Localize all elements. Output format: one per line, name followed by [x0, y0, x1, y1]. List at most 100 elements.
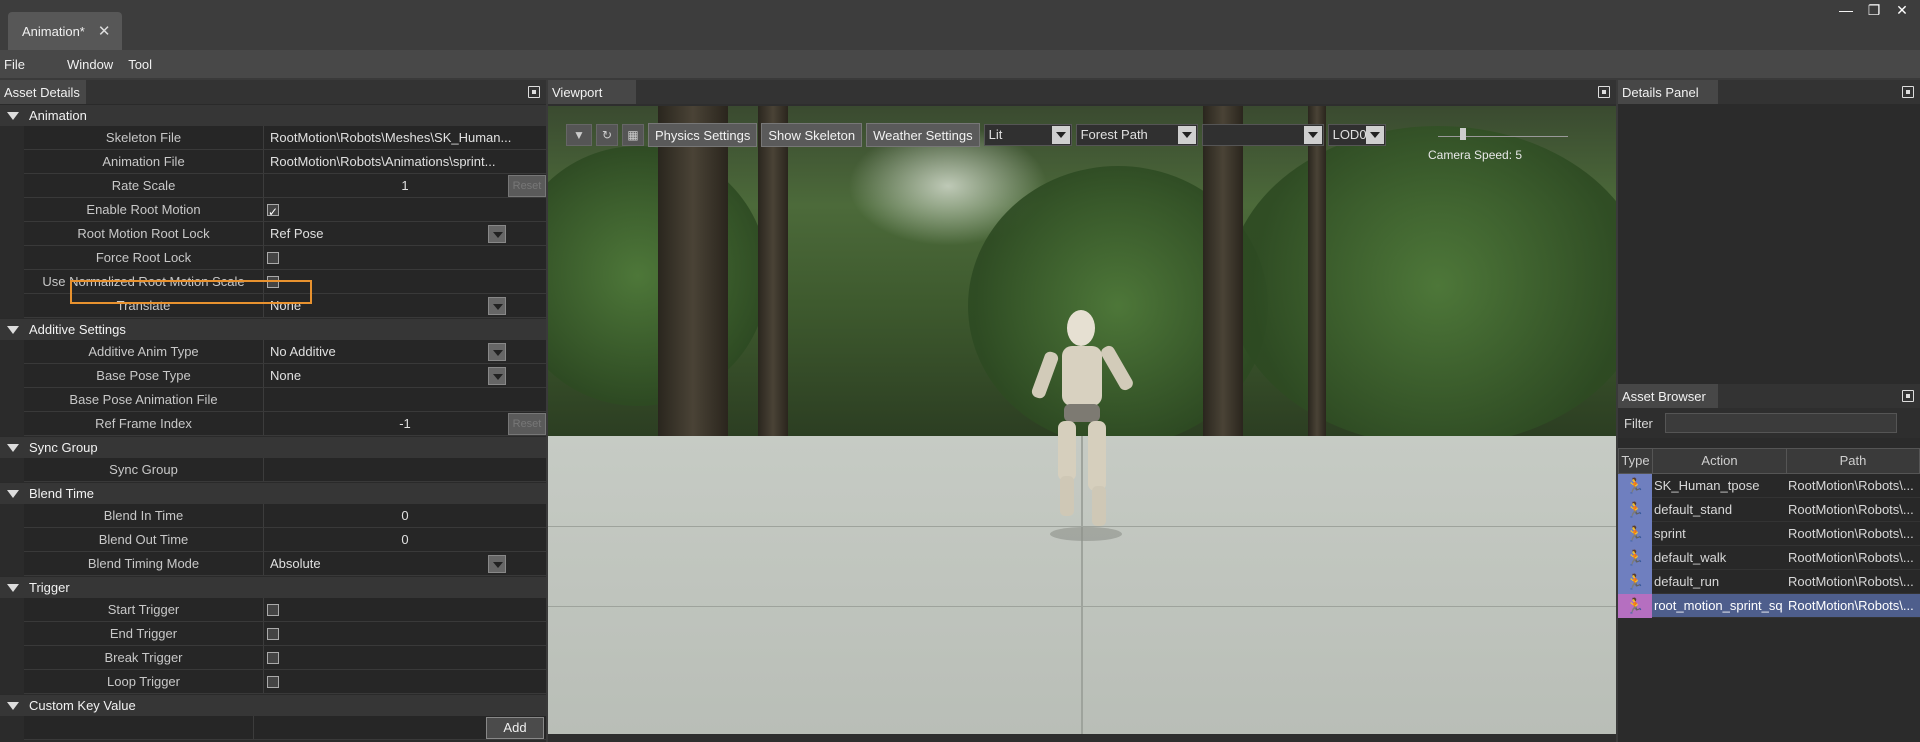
- document-tab-label: Animation*: [22, 23, 85, 39]
- chevron-down-icon[interactable]: [488, 225, 506, 243]
- collapse-triangle-icon[interactable]: [7, 583, 19, 592]
- document-tab-animation[interactable]: Animation* ✕: [8, 12, 122, 50]
- physics-settings-button[interactable]: Physics Settings: [648, 123, 758, 147]
- skeleton-file-value[interactable]: RootMotion\Robots\Meshes\SK_Human...: [264, 126, 546, 149]
- environment-select[interactable]: Forest Path: [1075, 124, 1198, 146]
- empty-select[interactable]: [1201, 124, 1324, 146]
- asset-details-title: Asset Details: [0, 80, 86, 104]
- weather-settings-button[interactable]: Weather Settings: [866, 123, 980, 147]
- chevron-down-icon[interactable]: [1303, 126, 1322, 144]
- details-panel-title: Details Panel: [1618, 80, 1718, 104]
- animation-asset-icon: 🏃: [1618, 546, 1652, 570]
- root-lock-select[interactable]: Ref Pose: [264, 222, 546, 245]
- chevron-down-icon[interactable]: [1177, 126, 1196, 144]
- close-window-icon[interactable]: ✕: [1888, 0, 1916, 20]
- ref-frame-index-value[interactable]: -1: [399, 416, 411, 431]
- details-panel-header: Details Panel: [1618, 80, 1920, 104]
- loop-trigger-checkbox[interactable]: [267, 676, 279, 688]
- asset-details-panel: Asset Details Animation Skeleton File Ro…: [0, 80, 546, 742]
- blend-timing-mode-select[interactable]: Absolute: [264, 552, 546, 575]
- table-row[interactable]: 🏃 default_run RootMotion\Robots\...: [1618, 570, 1920, 594]
- section-sync-group[interactable]: Sync Group: [0, 436, 546, 458]
- chevron-down-icon[interactable]: [488, 367, 506, 385]
- lod-select[interactable]: LOD0: [1327, 124, 1386, 146]
- root-motion-root-lock-row: Root Motion Root Lock Ref Pose: [24, 222, 546, 246]
- asset-details-header: Asset Details: [0, 80, 546, 104]
- force-root-lock-checkbox[interactable]: [267, 252, 279, 264]
- close-tab-icon[interactable]: ✕: [98, 22, 111, 40]
- end-trigger-checkbox[interactable]: [267, 628, 279, 640]
- section-trigger[interactable]: Trigger: [0, 576, 546, 598]
- chevron-down-icon[interactable]: [488, 297, 506, 315]
- animation-file-value[interactable]: RootMotion\Robots\Animations\sprint...: [264, 150, 546, 173]
- asset-browser-table: Type Action Path 🏃 SK_Human_tpose RootMo…: [1618, 448, 1920, 618]
- collapse-triangle-icon[interactable]: [7, 443, 19, 452]
- column-path[interactable]: Path: [1787, 449, 1919, 473]
- section-custom-key-value[interactable]: Custom Key Value: [0, 694, 546, 716]
- chevron-down-icon[interactable]: [1365, 126, 1384, 144]
- filter-bar: Filter: [1618, 408, 1920, 438]
- collapse-triangle-icon[interactable]: [7, 325, 19, 334]
- viewport-scene[interactable]: ▼ ↻ ▦ Physics Settings Show Skeleton Wea…: [548, 106, 1616, 734]
- enable-root-motion-row: Enable Root Motion: [24, 198, 546, 222]
- column-type[interactable]: Type: [1619, 449, 1653, 473]
- start-trigger-checkbox[interactable]: [267, 604, 279, 616]
- table-row[interactable]: 🏃 sprint RootMotion\Robots\...: [1618, 522, 1920, 546]
- tree-trunk: [1203, 106, 1243, 436]
- restore-icon[interactable]: ❐: [1860, 0, 1888, 20]
- pin-icon[interactable]: [1598, 86, 1610, 98]
- table-row-selected[interactable]: 🏃 root_motion_sprint_sq RootMotion\Robot…: [1618, 594, 1920, 618]
- chevron-down-icon[interactable]: [1051, 126, 1070, 144]
- camera-speed-slider-handle[interactable]: [1460, 128, 1466, 140]
- start-trigger-row: Start Trigger: [24, 598, 546, 622]
- table-row[interactable]: 🏃 SK_Human_tpose RootMotion\Robots\...: [1618, 474, 1920, 498]
- camera-speed-slider-track[interactable]: [1438, 136, 1568, 137]
- column-action[interactable]: Action: [1653, 449, 1787, 473]
- table-row[interactable]: 🏃 default_walk RootMotion\Robots\...: [1618, 546, 1920, 570]
- refresh-icon[interactable]: ↻: [596, 124, 618, 146]
- sync-group-row: Sync Group: [24, 458, 546, 482]
- blend-in-time-value[interactable]: 0: [264, 504, 546, 527]
- base-pose-type-select[interactable]: None: [264, 364, 546, 387]
- section-blend-time[interactable]: Blend Time: [0, 482, 546, 504]
- rate-scale-value[interactable]: 1: [401, 178, 408, 193]
- collapse-triangle-icon[interactable]: [7, 111, 19, 120]
- section-additive-settings[interactable]: Additive Settings: [0, 318, 546, 340]
- table-row[interactable]: 🏃 default_stand RootMotion\Robots\...: [1618, 498, 1920, 522]
- view-menu-icon[interactable]: ▼: [566, 124, 592, 146]
- break-trigger-checkbox[interactable]: [267, 652, 279, 664]
- collapse-triangle-icon[interactable]: [7, 701, 19, 710]
- viewport-panel: Viewport ▼ ↻ ▦ Physics Settings Show Ske…: [548, 80, 1616, 742]
- custom-key-value-row: Add: [24, 716, 546, 740]
- end-trigger-row: End Trigger: [24, 622, 546, 646]
- use-normalized-checkbox[interactable]: [267, 276, 279, 288]
- add-button[interactable]: Add: [486, 717, 544, 739]
- minimize-icon[interactable]: —: [1832, 0, 1860, 20]
- rate-scale-reset-button[interactable]: Reset: [508, 175, 546, 197]
- chevron-down-icon[interactable]: [488, 343, 506, 361]
- ref-frame-reset-button[interactable]: Reset: [508, 413, 546, 435]
- pin-icon[interactable]: [1902, 390, 1914, 402]
- section-animation[interactable]: Animation: [0, 104, 546, 126]
- collapse-triangle-icon[interactable]: [7, 489, 19, 498]
- grid-icon[interactable]: ▦: [622, 124, 644, 146]
- menu-tool[interactable]: Tool: [128, 57, 152, 72]
- filter-input[interactable]: [1664, 413, 1897, 433]
- translate-select[interactable]: None: [264, 294, 546, 317]
- enable-root-motion-checkbox[interactable]: [267, 200, 279, 221]
- menu-window[interactable]: Window: [67, 57, 113, 72]
- lighting-select[interactable]: Lit: [983, 124, 1072, 146]
- animation-asset-icon: 🏃: [1618, 594, 1652, 618]
- base-pose-file-value[interactable]: [264, 388, 546, 411]
- pin-icon[interactable]: [1902, 86, 1914, 98]
- sync-group-value[interactable]: [264, 458, 546, 481]
- animation-asset-icon: 🏃: [1618, 474, 1652, 498]
- additive-anim-type-select[interactable]: No Additive: [264, 340, 546, 363]
- show-skeleton-button[interactable]: Show Skeleton: [761, 123, 863, 147]
- pin-icon[interactable]: [528, 86, 540, 98]
- animation-asset-icon: 🏃: [1618, 570, 1652, 594]
- blend-out-time-value[interactable]: 0: [264, 528, 546, 551]
- chevron-down-icon[interactable]: [488, 555, 506, 573]
- menu-file[interactable]: File: [4, 57, 25, 72]
- viewport-title: Viewport: [548, 80, 636, 104]
